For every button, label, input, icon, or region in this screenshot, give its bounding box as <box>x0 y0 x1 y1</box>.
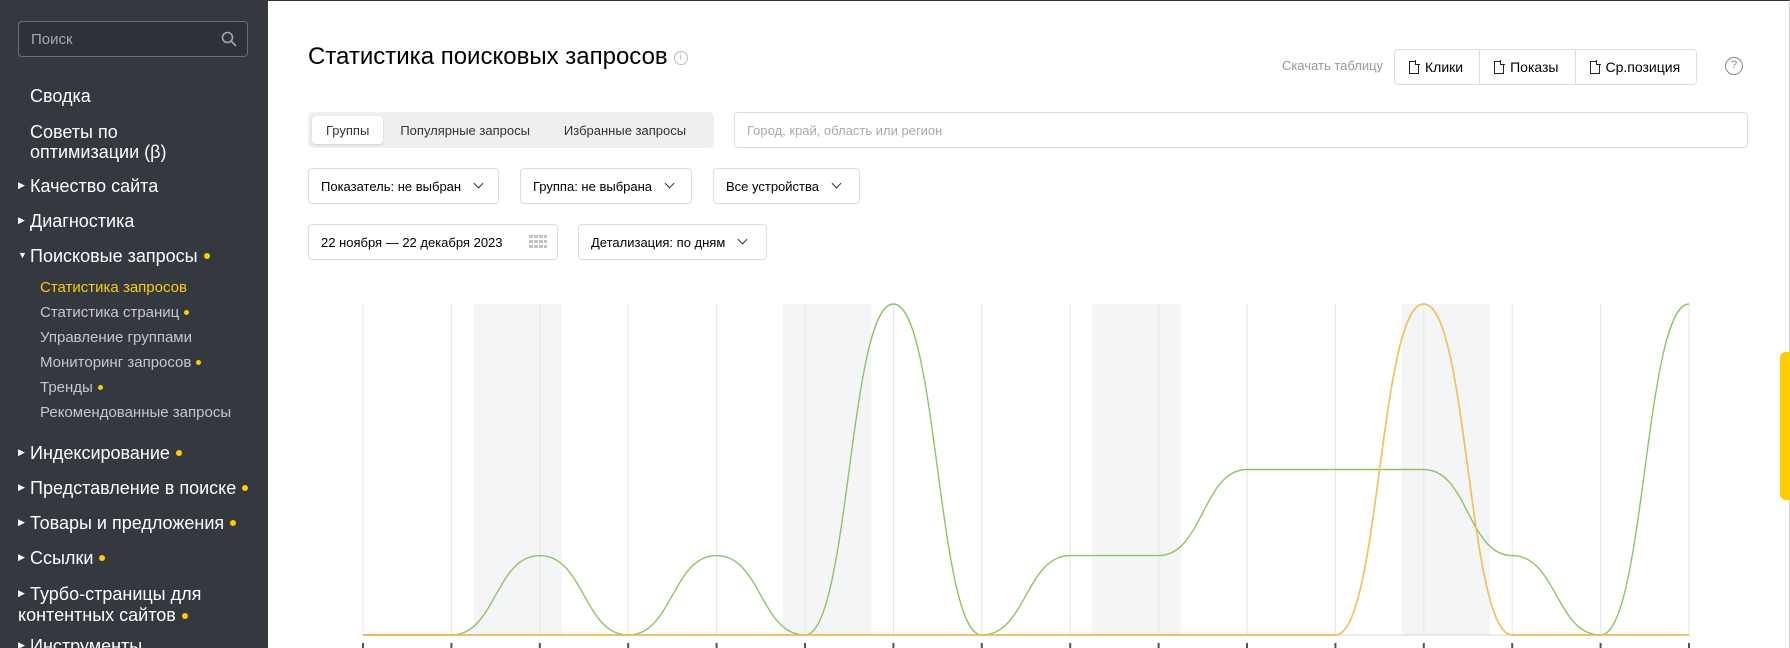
download-clicks-button[interactable]: Клики <box>1395 50 1481 84</box>
search-icon[interactable] <box>221 31 237 47</box>
download-buttons: Клики Показы Ср.позиция <box>1394 49 1698 85</box>
status-dot <box>203 253 210 260</box>
document-icon <box>1409 59 1420 74</box>
region-field[interactable] <box>734 112 1748 148</box>
nav-summary[interactable]: Сводка <box>30 86 91 106</box>
status-dot <box>99 555 106 562</box>
app-window: Сводка Советы по оптимизации (β) ▶Качест… <box>0 0 1790 648</box>
weekend-band <box>473 304 562 635</box>
calendar-icon[interactable] <box>529 235 547 249</box>
caret-right-icon: ▶ <box>18 482 25 493</box>
nav-turbo-pages[interactable]: ▶ Турбо-страницы для контентных сайтов <box>18 584 233 625</box>
nav-search-appearance[interactable]: ▶ Представление в поиске <box>18 478 249 499</box>
caret-right-icon: ▶ <box>18 588 25 599</box>
status-dot <box>242 485 249 492</box>
date-range-picker[interactable]: 22 ноября — 22 декабря 2023 <box>308 224 558 260</box>
feedback-tab[interactable] <box>1780 352 1790 500</box>
document-icon <box>1494 59 1506 74</box>
caret-right-icon: ▶ <box>18 180 25 191</box>
group-dropdown[interactable]: Группа: не выбрана <box>520 168 692 204</box>
chevron-down-icon <box>737 234 748 244</box>
status-dot <box>181 612 188 619</box>
chevron-down-icon <box>664 178 675 188</box>
nav-query-stats[interactable]: Статистика запросов <box>40 279 187 297</box>
nav-diagnostics[interactable]: ▶ Диагностика <box>18 211 134 232</box>
nav-page-stats[interactable]: Статистика страниц <box>40 304 190 322</box>
devices-dropdown[interactable]: Все устройства <box>713 168 860 204</box>
weekend-band <box>1092 304 1181 635</box>
caret-right-icon: ▶ <box>18 640 25 648</box>
main-content: Статистика поисковых запросов i Скачать т… <box>268 0 1790 648</box>
status-dot <box>196 359 202 365</box>
nav-search-queries[interactable]: ▼ Поисковые запросы <box>18 246 210 267</box>
nav-indexing[interactable]: ▶ Индексирование <box>18 443 182 464</box>
nav-recommended-queries[interactable]: Рекомендованные запросы <box>40 404 231 422</box>
nav-tools[interactable]: ▶ Инструменты <box>18 636 142 648</box>
status-dot <box>184 309 190 315</box>
nav-products-offers[interactable]: ▶ Товары и предложения <box>18 513 237 534</box>
query-stats-chart <box>362 303 1690 648</box>
nav-optimization-tips[interactable]: Советы по оптимизации (β) <box>30 122 200 162</box>
caret-right-icon: ▶ <box>18 215 25 226</box>
help-icon[interactable]: ? <box>1725 57 1743 75</box>
sidebar: Сводка Советы по оптимизации (β) ▶Качест… <box>0 0 268 648</box>
download-avg-position-button[interactable]: Ср.позиция <box>1576 50 1697 84</box>
caret-down-icon: ▼ <box>18 250 27 261</box>
tab-groups[interactable]: Группы <box>312 116 384 144</box>
chevron-down-icon <box>473 178 484 188</box>
tab-bar: Группы Популярные запросы Избранные запр… <box>308 112 714 148</box>
nav-trends[interactable]: Тренды <box>40 379 103 397</box>
nav-links[interactable]: ▶ Ссылки <box>18 548 106 569</box>
search-box[interactable] <box>18 21 248 57</box>
search-input[interactable] <box>19 22 219 56</box>
status-dot <box>97 384 103 390</box>
weekend-band <box>782 304 872 635</box>
download-table-label: Скачать таблицу <box>1282 58 1384 73</box>
region-input[interactable] <box>735 113 1747 147</box>
nav-query-monitoring[interactable]: Мониторинг запросов <box>40 354 202 372</box>
tab-popular-queries[interactable]: Популярные запросы <box>383 116 547 144</box>
status-dot <box>230 520 237 527</box>
document-icon <box>1589 59 1601 74</box>
indicator-dropdown[interactable]: Показатель: не выбран <box>308 168 499 204</box>
nav-group-management[interactable]: Управление группами <box>40 329 192 347</box>
chevron-down-icon <box>831 178 842 188</box>
nav-site-quality[interactable]: ▶ Качество сайта <box>18 176 158 197</box>
caret-right-icon: ▶ <box>18 517 25 528</box>
detail-dropdown[interactable]: Детализация: по дням <box>578 224 767 260</box>
page-title: Статистика поисковых запросов i <box>308 43 688 71</box>
download-impressions-button[interactable]: Показы <box>1480 50 1576 84</box>
status-dot <box>175 450 182 457</box>
caret-right-icon: ▶ <box>18 447 25 458</box>
tab-favorite-queries[interactable]: Избранные запросы <box>547 116 703 144</box>
caret-right-icon: ▶ <box>18 552 25 563</box>
info-icon[interactable]: i <box>673 50 688 65</box>
